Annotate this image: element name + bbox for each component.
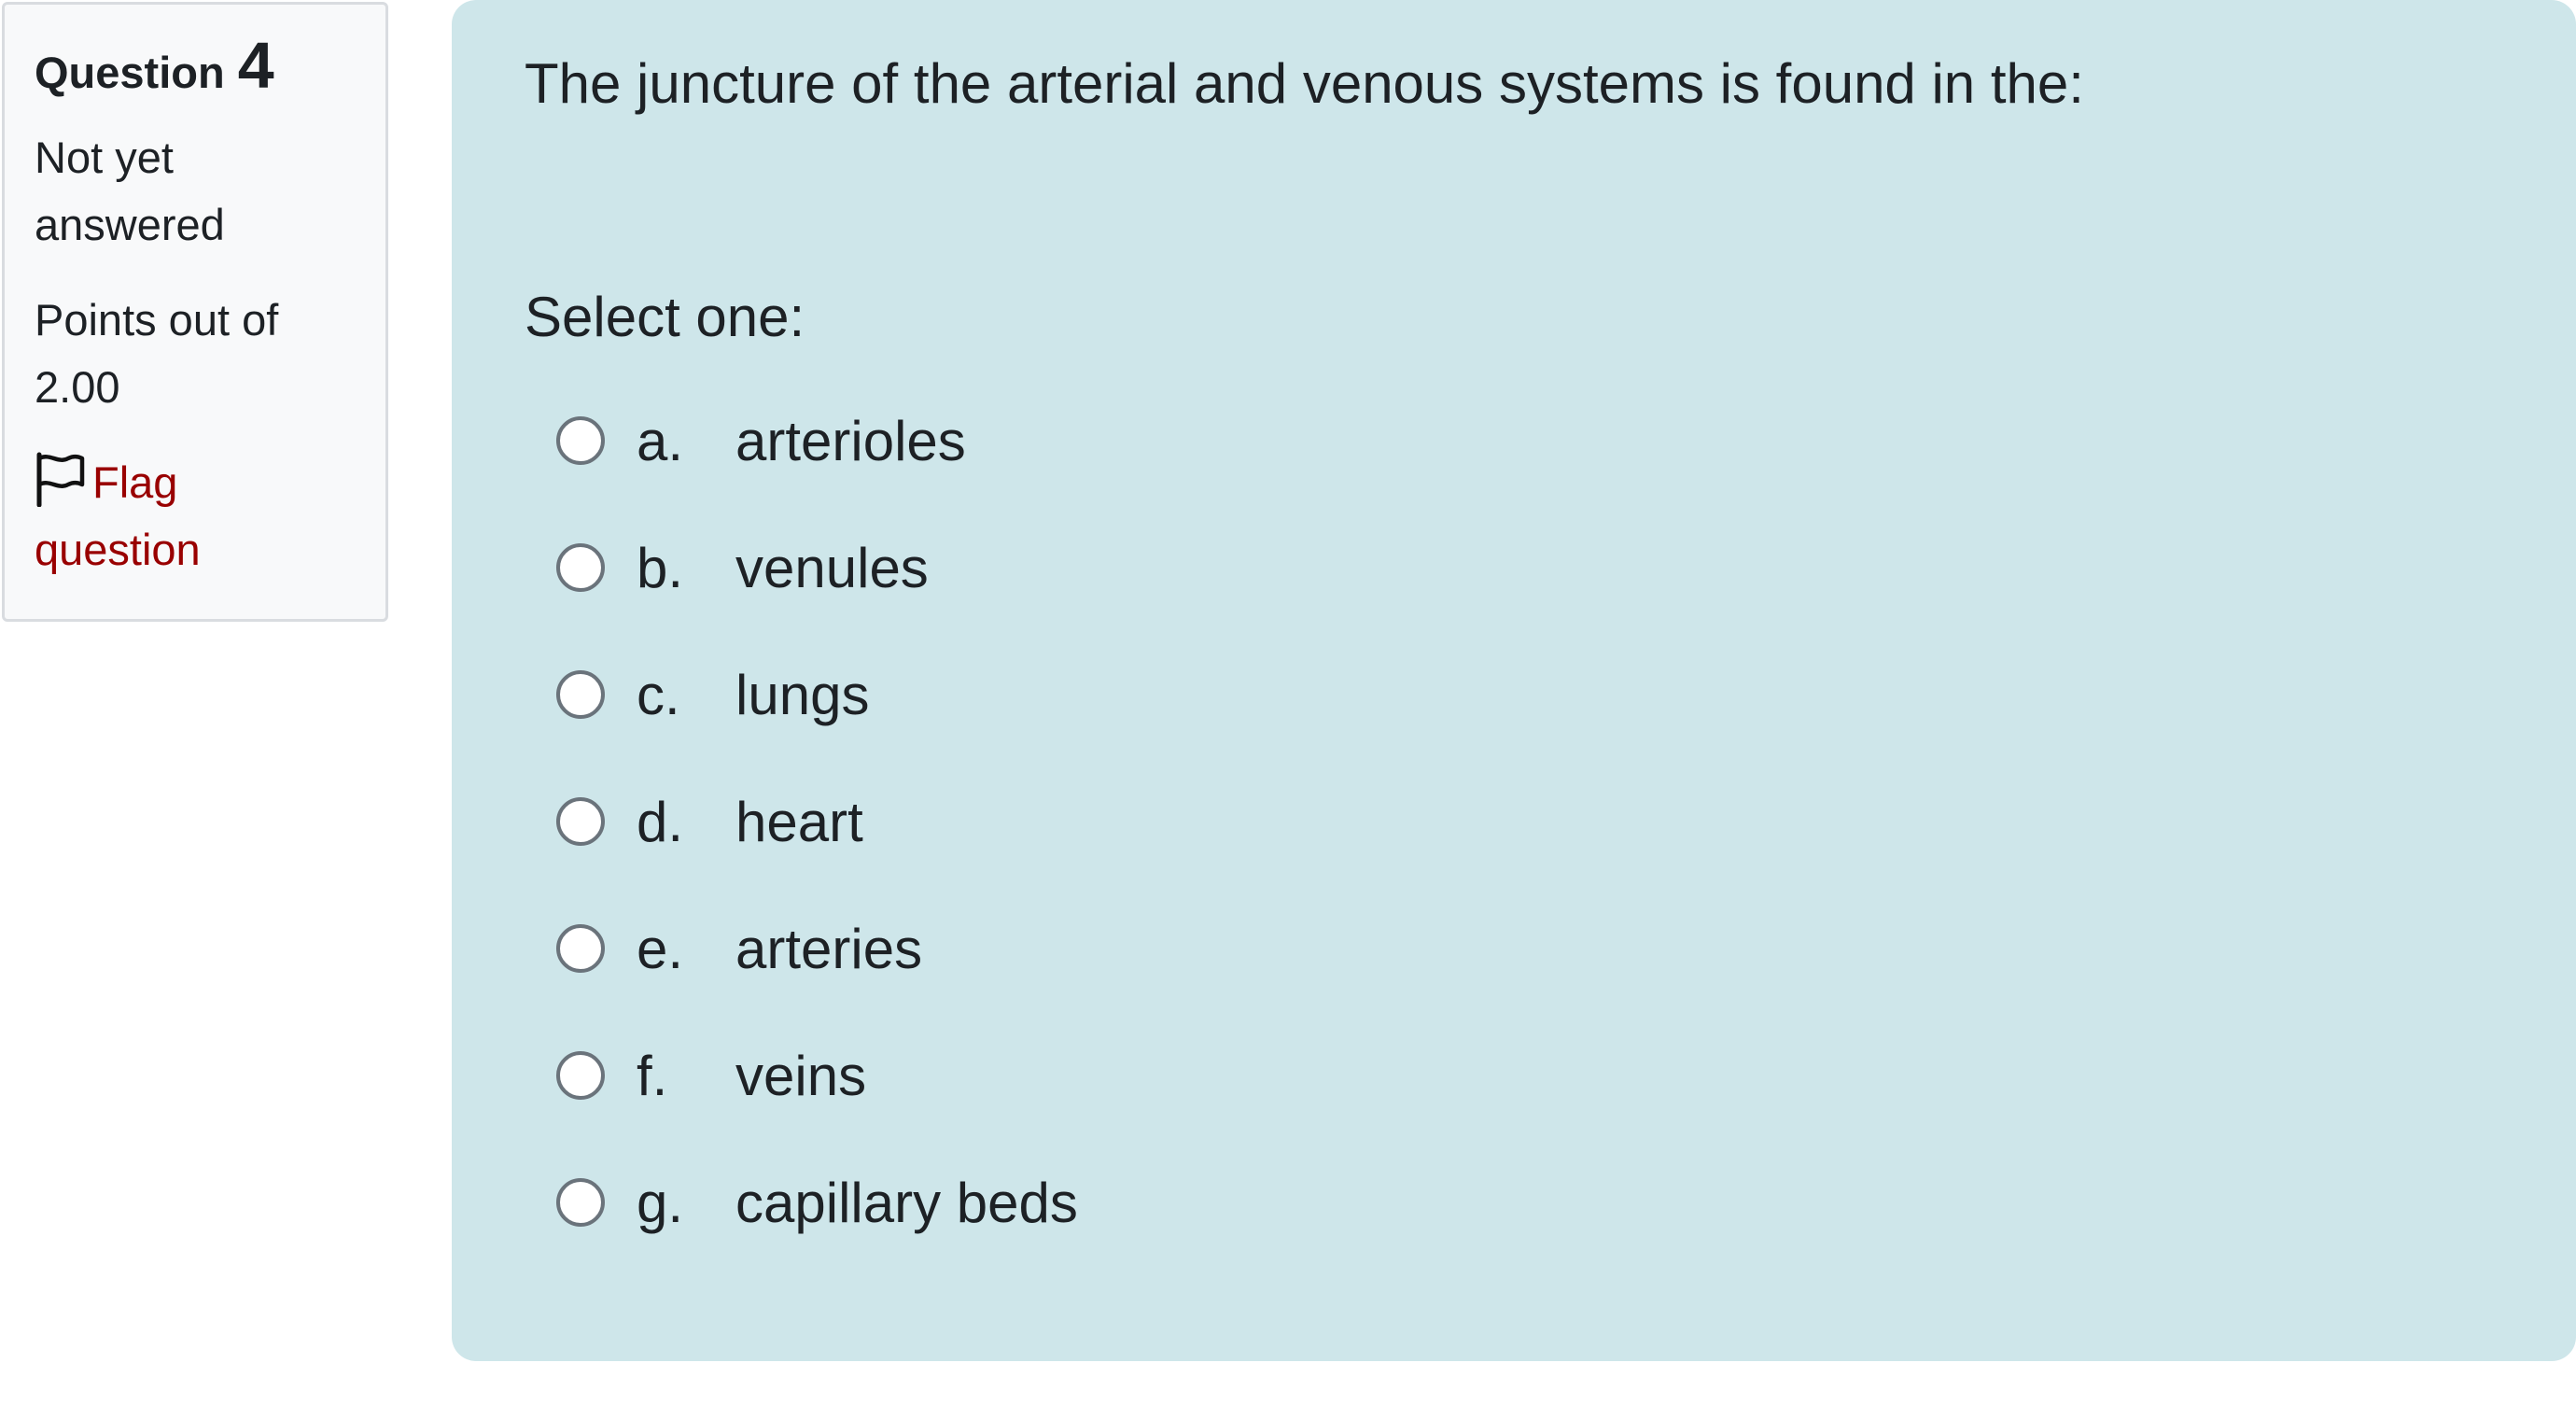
- radio-button[interactable]: [556, 1051, 605, 1100]
- question-state: Not yet answered: [35, 124, 356, 259]
- radio-button[interactable]: [556, 416, 605, 465]
- question-text: The juncture of the arterial and venous …: [525, 52, 2084, 115]
- answer-option-e[interactable]: e. arteries: [556, 885, 2503, 1012]
- answer-option-f[interactable]: f. veins: [556, 1012, 2503, 1139]
- question-number-heading: Question 4: [35, 33, 356, 98]
- radio-button[interactable]: [556, 797, 605, 846]
- radio-button[interactable]: [556, 1178, 605, 1227]
- answer-letter: f.: [637, 1044, 668, 1107]
- answer-option-c[interactable]: c. lungs: [556, 631, 2503, 758]
- answer-label[interactable]: veins: [735, 1044, 866, 1108]
- answer-letter: g.: [637, 1171, 684, 1234]
- question-state-line1: Not yet: [35, 133, 174, 182]
- flag-question-link[interactable]: Flag question: [35, 449, 356, 583]
- answer-label[interactable]: arteries: [735, 917, 922, 981]
- answer-prompt: Select one:: [525, 286, 805, 348]
- answer-list: a. arterioles b. venules c. lungs d. hea…: [525, 377, 2503, 1266]
- question-state-line2: answered: [35, 200, 225, 249]
- answer-option-g[interactable]: g. capillary beds: [556, 1139, 2503, 1266]
- answer-label[interactable]: venules: [735, 536, 929, 600]
- answer-option-a[interactable]: a. arterioles: [556, 377, 2503, 504]
- answer-option-d[interactable]: d. heart: [556, 758, 2503, 885]
- answer-label[interactable]: capillary beds: [735, 1171, 1078, 1235]
- answer-letter: c.: [637, 663, 680, 726]
- flag-icon: [35, 451, 87, 508]
- answer-option-b[interactable]: b. venules: [556, 504, 2503, 631]
- answer-label[interactable]: lungs: [735, 663, 869, 727]
- radio-button[interactable]: [556, 670, 605, 719]
- answer-letter: b.: [637, 536, 684, 599]
- answer-letter: a.: [637, 409, 684, 472]
- question-grade-line2: 2.00: [35, 362, 120, 412]
- question-info-box: Question 4 Not yet answered Points out o…: [2, 2, 388, 622]
- answer-letter: d.: [637, 790, 684, 853]
- answer-letter: e.: [637, 917, 684, 980]
- question-number: 4: [237, 29, 274, 102]
- flag-label-line2: question: [35, 525, 201, 574]
- answer-label[interactable]: arterioles: [735, 409, 966, 473]
- answer-label[interactable]: heart: [735, 790, 863, 854]
- question-panel: The juncture of the arterial and venous …: [452, 0, 2576, 1361]
- question-grade-line1: Points out of: [35, 295, 279, 344]
- radio-button[interactable]: [556, 924, 605, 973]
- question-grade: Points out of 2.00: [35, 287, 356, 421]
- flag-label-line1: Flag: [92, 457, 178, 507]
- quiz-page: Question 4 Not yet answered Points out o…: [0, 0, 2576, 1419]
- question-label: Question: [35, 48, 225, 97]
- radio-button[interactable]: [556, 543, 605, 592]
